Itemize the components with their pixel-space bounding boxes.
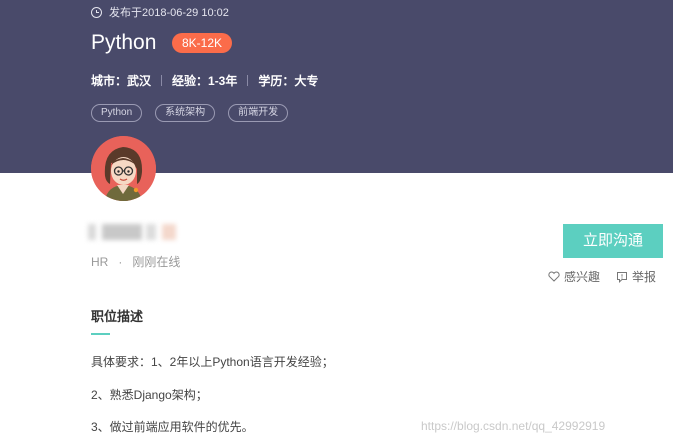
interest-label: 感兴趣 xyxy=(564,270,601,284)
tag-python[interactable]: Python xyxy=(91,104,143,122)
publish-time: 发布于2018-06-29 10:02 xyxy=(109,7,229,19)
recruiter-name-blurred xyxy=(88,222,178,242)
report-icon xyxy=(617,271,628,283)
recruiter-role: HR xyxy=(91,254,109,269)
recruiter-avatar-illustration xyxy=(91,136,156,201)
recruiter-info: HR · 刚刚在线 xyxy=(91,253,180,270)
divider xyxy=(161,75,163,86)
interest-button[interactable]: 感兴趣 xyxy=(548,268,600,285)
chat-now-button[interactable]: 立即沟通 xyxy=(563,224,663,258)
report-button[interactable]: 举报 xyxy=(616,268,656,285)
avatar[interactable] xyxy=(91,136,156,201)
watermark: https://blog.csdn.net/qq_42992919 xyxy=(421,419,606,433)
publish-info: 发布于2018-06-29 10:02 xyxy=(91,4,229,20)
section-underline xyxy=(91,333,110,335)
tag-system-architecture[interactable]: 系统架构 xyxy=(155,104,216,122)
salary-badge: 8K-12K xyxy=(172,33,233,53)
separator-dot: · xyxy=(118,254,123,269)
description-line: 2、熟悉Django架构； xyxy=(91,388,208,402)
tag-frontend[interactable]: 前端开发 xyxy=(228,104,289,122)
job-actions: 感兴趣 举报 xyxy=(548,268,656,285)
requirement-city: 城市：武汉 xyxy=(91,74,152,88)
report-label: 举报 xyxy=(632,270,657,284)
job-tags: Python 系统架构 前端开发 xyxy=(91,104,301,122)
description-line: 具体要求：1、2年以上Python语言开发经验； xyxy=(91,355,334,369)
description-line: 3、做过前端应用软件的优先。 xyxy=(91,420,254,434)
recruiter-status: 刚刚在线 xyxy=(132,255,181,269)
requirement-education: 学历：大专 xyxy=(258,74,319,88)
job-requirements: 城市：武汉 经验：1-3年 学历：大专 xyxy=(91,72,318,89)
clock-icon xyxy=(91,6,102,18)
divider xyxy=(247,75,249,86)
job-title: Python xyxy=(91,31,157,54)
section-title: 职位描述 xyxy=(91,309,144,324)
heart-icon xyxy=(548,271,560,282)
requirement-experience: 经验：1-3年 xyxy=(172,74,238,88)
